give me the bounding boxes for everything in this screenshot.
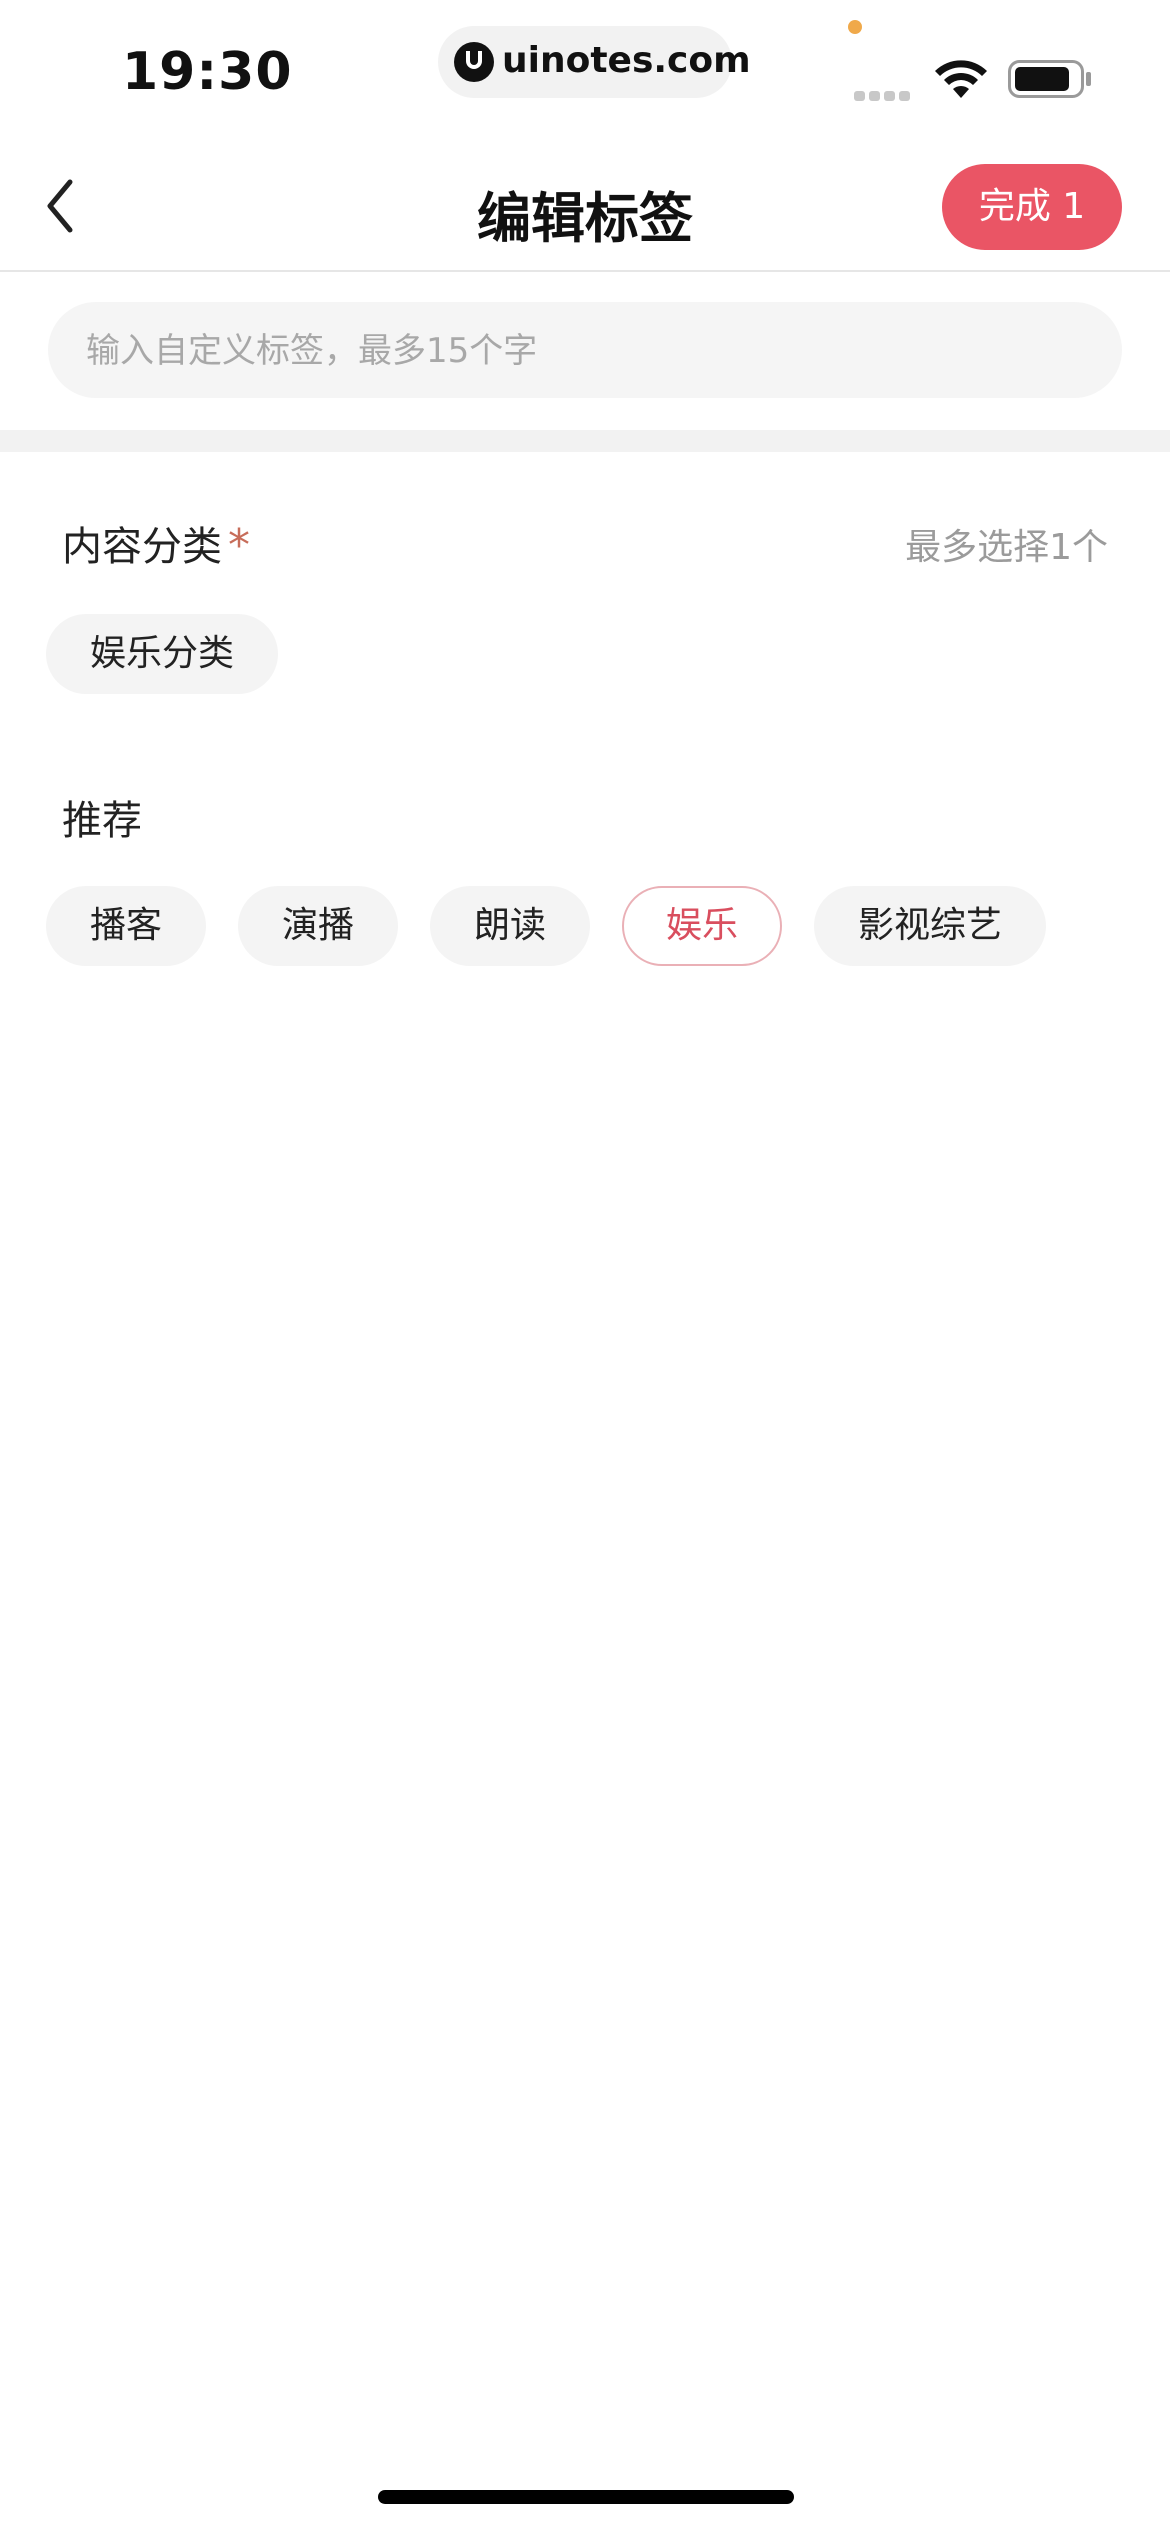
- required-mark: *: [228, 520, 250, 571]
- recommended-label: 推荐: [62, 798, 142, 844]
- recommended-tag-reading[interactable]: 朗读: [430, 886, 590, 966]
- section-divider: [0, 430, 1170, 452]
- status-time: 19:30: [122, 42, 293, 102]
- recommended-tag-film-variety[interactable]: 影视综艺: [814, 886, 1046, 966]
- done-button[interactable]: 完成 1: [942, 164, 1122, 250]
- max-select-hint: 最多选择1个: [905, 527, 1108, 568]
- url-pill[interactable]: uinotes.com: [438, 26, 751, 98]
- wifi-icon: [935, 60, 987, 98]
- category-tag[interactable]: 娱乐分类: [46, 614, 278, 694]
- battery-icon: [1008, 60, 1091, 98]
- recommended-tag-performance[interactable]: 演播: [238, 886, 398, 966]
- custom-tag-input-wrapper: [48, 302, 1122, 400]
- custom-tag-input[interactable]: [84, 302, 1088, 400]
- site-logo-icon: [454, 42, 494, 82]
- recommended-tag-podcast[interactable]: 播客: [46, 886, 206, 966]
- url-text: uinotes.com: [502, 40, 751, 81]
- content-category-label-text: 内容分类: [62, 524, 222, 570]
- status-bar: 19:30 uinotes.com: [0, 0, 1170, 140]
- content-category-label: 内容分类 *: [62, 514, 250, 572]
- home-indicator: [378, 2490, 794, 2504]
- nav-bar: 编辑标签 完成 1: [0, 140, 1170, 272]
- cellular-signal-icon: [854, 86, 916, 101]
- recommended-tag-entertainment[interactable]: 娱乐: [622, 886, 782, 966]
- notification-dot: [848, 20, 862, 34]
